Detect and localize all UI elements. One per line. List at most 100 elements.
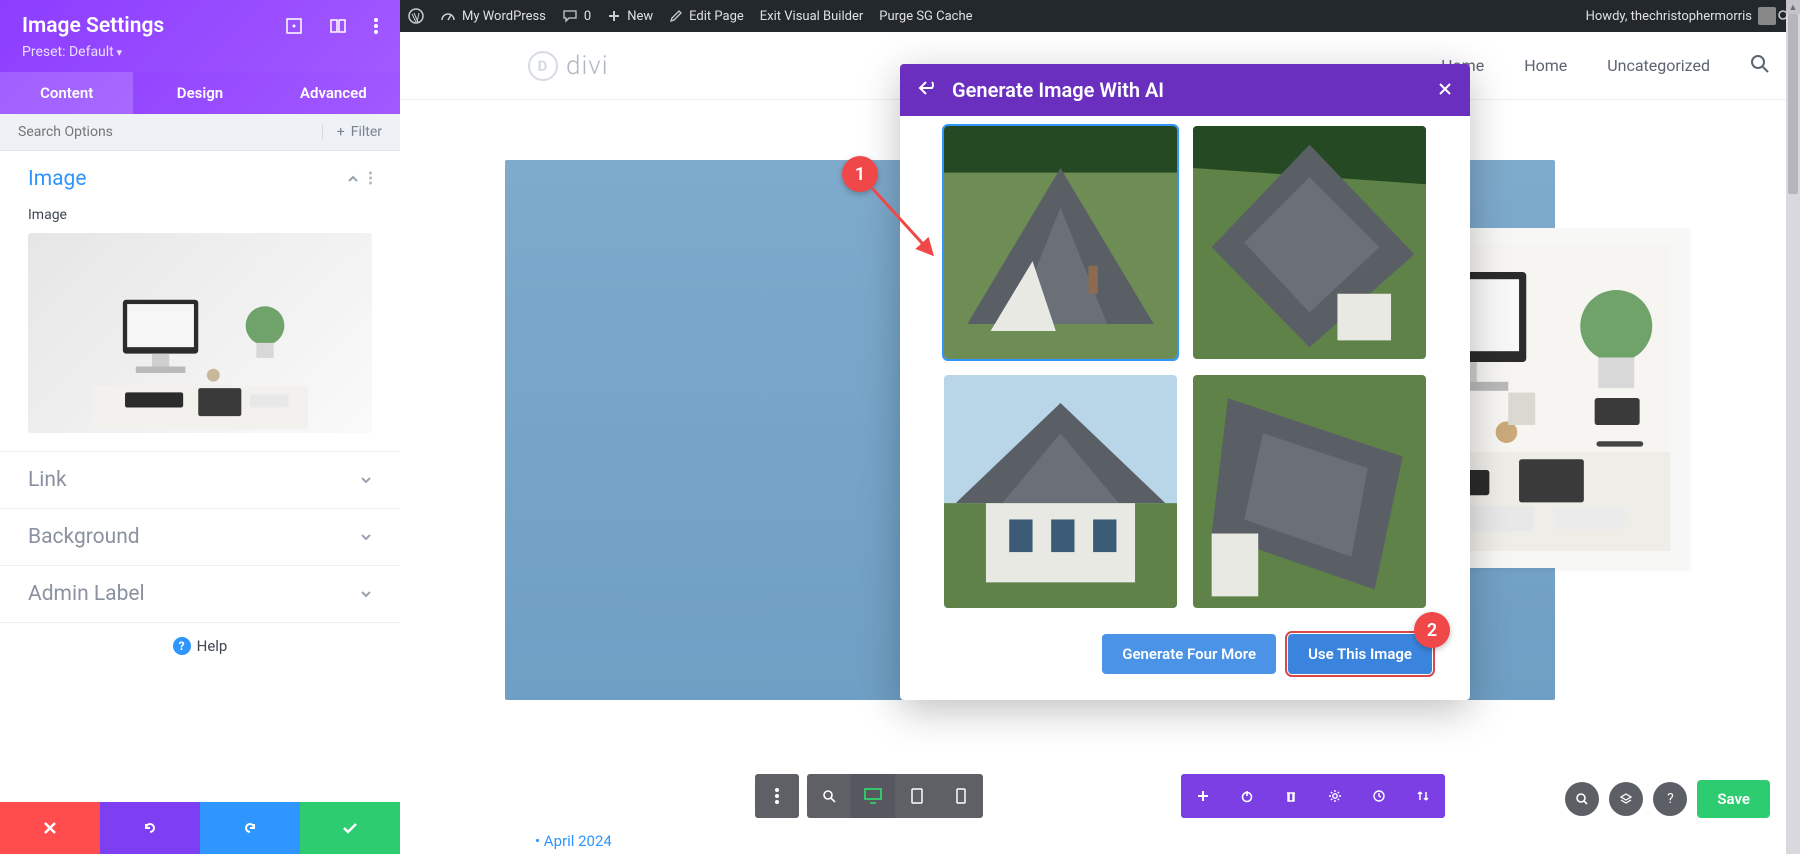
search-input[interactable] <box>18 124 322 140</box>
back-arrow-icon <box>918 80 938 96</box>
clock-icon <box>1372 789 1386 803</box>
nav-home-2[interactable]: Home <box>1524 56 1567 75</box>
wp-exit-label: Exit Visual Builder <box>760 9 863 24</box>
phone-icon <box>955 788 967 804</box>
toolbar-phone[interactable] <box>939 774 983 818</box>
wp-edit[interactable]: Edit Page <box>669 9 744 24</box>
tab-design[interactable]: Design <box>133 72 266 114</box>
wp-howdy[interactable]: Howdy, thechristophermorris <box>1586 7 1776 25</box>
image-field-label: Image <box>28 207 372 223</box>
generated-image-3[interactable] <box>944 375 1177 608</box>
main-area: My WordPress 0 New Edit Page Exit Visual… <box>400 0 1800 854</box>
wp-purge-cache[interactable]: Purge SG Cache <box>879 9 972 24</box>
toolbar-power[interactable] <box>1225 774 1269 818</box>
section-link: Link <box>0 452 400 509</box>
toolbar-add[interactable] <box>1181 774 1225 818</box>
nav-search[interactable] <box>1750 54 1770 78</box>
toolbar-gear[interactable] <box>1313 774 1357 818</box>
help-label: Help <box>197 637 228 655</box>
plus-icon: + <box>337 124 345 140</box>
toolbar-zoom[interactable] <box>807 774 851 818</box>
wp-site-link[interactable]: My WordPress <box>440 8 546 24</box>
section-background-title: Background <box>28 525 140 549</box>
layers-button[interactable] <box>1609 782 1643 816</box>
image-preview[interactable] <box>28 233 372 433</box>
toolbar-history[interactable] <box>1357 774 1401 818</box>
toolbar-desktop[interactable] <box>851 774 895 818</box>
kebab-icon[interactable] <box>374 18 378 34</box>
toolbar-trash[interactable] <box>1269 774 1313 818</box>
modal-title: Generate Image With AI <box>952 78 1424 102</box>
toolbar-menu[interactable] <box>755 774 799 818</box>
expand-icon[interactable] <box>286 18 302 34</box>
chevron-down-icon <box>360 585 372 604</box>
wp-comments[interactable]: 0 <box>562 8 591 24</box>
tablet-icon <box>910 788 924 804</box>
wp-new-label: New <box>627 9 653 24</box>
sidebar-action-bar <box>0 802 400 854</box>
site-logo[interactable]: D divi <box>418 51 609 81</box>
generated-image-4[interactable] <box>1193 375 1426 608</box>
power-icon <box>1240 789 1254 803</box>
toolbar-sort[interactable] <box>1401 774 1445 818</box>
section-link-title: Link <box>28 468 67 492</box>
save-button[interactable]: Save <box>1697 780 1770 818</box>
scrollbar-thumb[interactable] <box>1788 14 1798 194</box>
tab-advanced[interactable]: Advanced <box>267 72 400 114</box>
section-admin-label-title: Admin Label <box>28 582 145 606</box>
check-icon <box>341 819 359 837</box>
snap-icon[interactable] <box>330 18 346 34</box>
chevron-down-icon <box>360 528 372 547</box>
filter-button[interactable]: + Filter <box>322 124 382 140</box>
quick-search[interactable] <box>1565 782 1599 816</box>
close-icon <box>1438 82 1452 96</box>
section-admin-label-header[interactable]: Admin Label <box>0 566 400 622</box>
callout-arrow <box>868 184 948 264</box>
generate-more-button[interactable]: Generate Four More <box>1102 634 1276 674</box>
logo-text: divi <box>566 51 609 81</box>
page-scrollbar[interactable]: ▲ <box>1786 0 1800 854</box>
layers-icon <box>1619 792 1633 806</box>
pencil-icon <box>669 9 683 23</box>
chevron-down-icon <box>360 471 372 490</box>
generate-image-modal: Generate Image With AI <box>900 64 1470 700</box>
wp-howdy-label: Howdy, thechristophermorris <box>1586 9 1752 24</box>
cancel-button[interactable] <box>0 802 100 854</box>
desk-thumbnail <box>80 289 321 429</box>
section-image-header[interactable]: Image <box>0 151 400 207</box>
preset-dropdown[interactable]: Preset: Default <box>22 44 378 60</box>
trash-icon <box>1284 789 1298 803</box>
wp-logo[interactable] <box>408 8 424 24</box>
section-background-header[interactable]: Background <box>0 509 400 565</box>
generated-image-2[interactable] <box>1193 126 1426 359</box>
kebab-icon[interactable] <box>369 170 372 189</box>
toolbar-tablet[interactable] <box>895 774 939 818</box>
gauge-icon <box>440 8 456 24</box>
generated-image-1[interactable] <box>944 126 1177 359</box>
tab-content[interactable]: Content <box>0 72 133 114</box>
wp-new[interactable]: New <box>607 9 653 24</box>
confirm-button[interactable] <box>300 802 400 854</box>
wp-purge-label: Purge SG Cache <box>879 9 972 24</box>
search-row: + Filter <box>0 114 400 151</box>
archive-link[interactable]: April 2024 <box>535 832 612 850</box>
help-button[interactable]: ? <box>1653 782 1687 816</box>
section-link-header[interactable]: Link <box>0 452 400 508</box>
help-row[interactable]: ? Help <box>0 623 400 669</box>
gear-icon <box>1328 789 1342 803</box>
desktop-icon <box>864 788 882 804</box>
kebab-icon <box>775 788 779 804</box>
panel-title: Image Settings <box>22 14 164 38</box>
use-image-button[interactable]: Use This Image <box>1288 634 1432 674</box>
wp-exit-builder[interactable]: Exit Visual Builder <box>760 9 863 24</box>
redo-button[interactable] <box>200 802 300 854</box>
modal-close-button[interactable] <box>1438 80 1452 101</box>
scroll-up-arrow[interactable]: ▲ <box>1786 0 1800 14</box>
undo-button[interactable] <box>100 802 200 854</box>
nav-uncategorized[interactable]: Uncategorized <box>1607 56 1710 75</box>
image-settings-panel: Image Settings Preset: Default Content D… <box>0 0 400 854</box>
settings-tabs: Content Design Advanced <box>0 72 400 114</box>
redo-icon <box>241 819 259 837</box>
filter-label: Filter <box>351 124 382 140</box>
modal-back-button[interactable] <box>918 80 938 100</box>
